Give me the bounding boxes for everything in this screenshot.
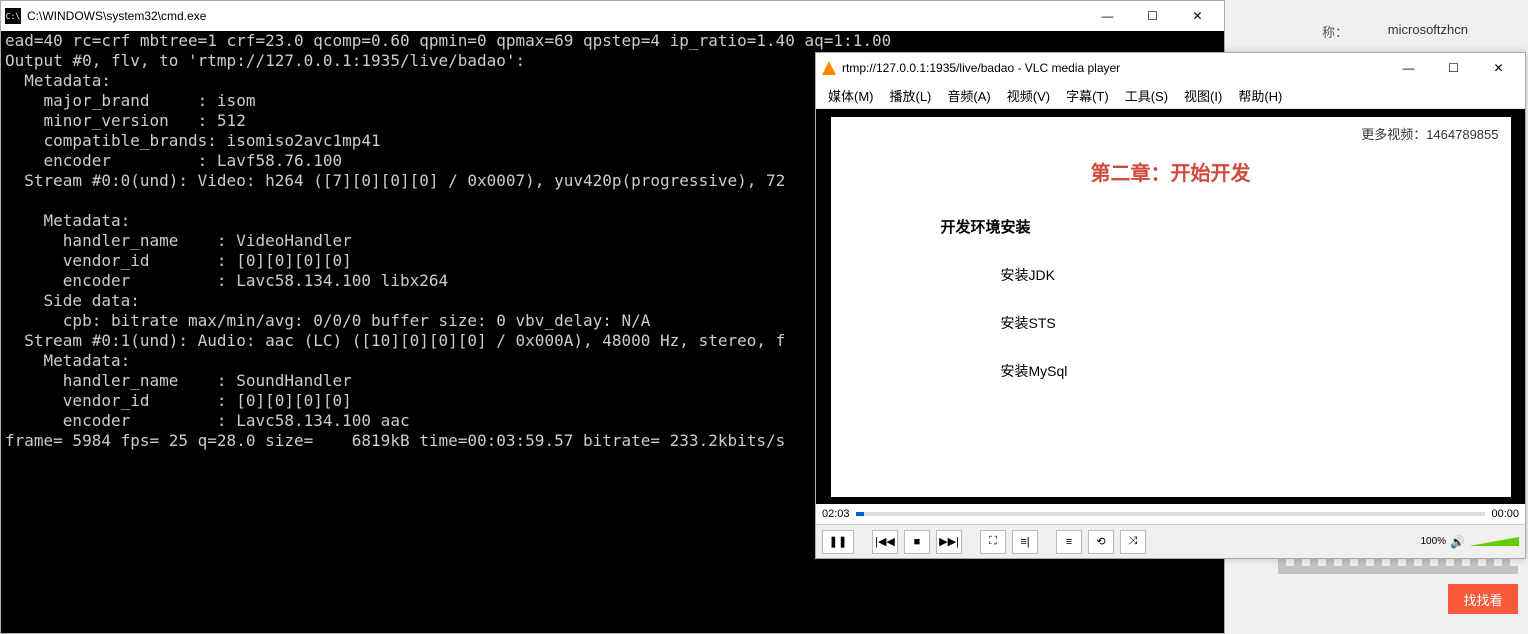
vlc-window: rtmp://127.0.0.1:1935/live/badao - VLC m… [815, 52, 1526, 559]
speaker-icon[interactable]: 🔊 [1450, 535, 1465, 549]
video-overlay-text: 更多视频：1464789855 [1357, 123, 1502, 144]
next-button[interactable]: ▶▶| [936, 530, 962, 554]
fullscreen-button[interactable]: ⛶ [980, 530, 1006, 554]
vlc-video-area[interactable]: 更多视频：1464789855 第二章：开始开发 开发环境安装 安装JDK 安装S… [816, 109, 1525, 504]
video-chapter-title: 第二章：开始开发 [831, 157, 1511, 186]
cmd-titlebar[interactable]: C:\ C:\WINDOWS\system32\cmd.exe — ☐ ✕ [1, 1, 1224, 31]
vlc-menubar: 媒体(M)播放(L)音频(A)视频(V)字幕(T)工具(S)视图(I)帮助(H) [816, 83, 1525, 109]
maximize-button[interactable]: ☐ [1130, 2, 1175, 31]
timeline-slider[interactable] [856, 512, 1486, 516]
time-total: 00:00 [1491, 508, 1519, 520]
volume-label: 100% [1420, 536, 1446, 547]
loop-button[interactable]: ⟲ [1088, 530, 1114, 554]
stop-button[interactable]: ■ [904, 530, 930, 554]
vlc-titlebar[interactable]: rtmp://127.0.0.1:1935/live/badao - VLC m… [816, 53, 1525, 83]
prev-button[interactable]: |◀◀ [872, 530, 898, 554]
cmd-icon: C:\ [5, 8, 21, 24]
find-button[interactable]: 找找看 [1448, 584, 1518, 614]
video-content: 更多视频：1464789855 第二章：开始开发 开发环境安装 安装JDK 安装S… [831, 117, 1511, 497]
menu-item[interactable]: 工具(S) [1119, 83, 1174, 108]
video-list-item: 安装MySql [1001, 361, 1511, 381]
maximize-button[interactable]: ☐ [1431, 54, 1476, 83]
close-button[interactable]: ✕ [1476, 54, 1521, 83]
vlc-cone-icon [822, 61, 836, 75]
menu-item[interactable]: 帮助(H) [1232, 83, 1288, 108]
pause-button[interactable]: ❚❚ [822, 530, 854, 554]
time-current: 02:03 [822, 508, 850, 520]
menu-item[interactable]: 播放(L) [884, 83, 938, 108]
vlc-controls: ❚❚ |◀◀ ■ ▶▶| ⛶ ≡| ≡ ⟲ ⤨ 100% 🔊 [816, 524, 1525, 558]
playlist-button[interactable]: ≡ [1056, 530, 1082, 554]
menu-item[interactable]: 音频(A) [941, 83, 996, 108]
volume-slider[interactable] [1469, 537, 1519, 546]
menu-item[interactable]: 视频(V) [1001, 83, 1056, 108]
video-list-item: 安装STS [1001, 313, 1511, 333]
bg-field-value: microsoftzhcn [1388, 22, 1468, 37]
vlc-progress-bar: 02:03 00:00 [816, 504, 1525, 524]
timeline-filled [856, 512, 864, 516]
extended-settings-button[interactable]: ≡| [1012, 530, 1038, 554]
cmd-title: C:\WINDOWS\system32\cmd.exe [27, 9, 1085, 23]
menu-item[interactable]: 视图(I) [1178, 83, 1228, 108]
menu-item[interactable]: 字幕(T) [1060, 83, 1115, 108]
bg-field-label: 称： [1322, 22, 1348, 41]
minimize-button[interactable]: — [1085, 2, 1130, 31]
menu-item[interactable]: 媒体(M) [822, 83, 880, 108]
close-button[interactable]: ✕ [1175, 2, 1220, 31]
video-list-item: 安装JDK [1001, 265, 1511, 285]
vlc-title: rtmp://127.0.0.1:1935/live/badao - VLC m… [842, 61, 1386, 75]
shuffle-button[interactable]: ⤨ [1120, 530, 1146, 554]
minimize-button[interactable]: — [1386, 54, 1431, 83]
video-section-title: 开发环境安装 [941, 216, 1511, 237]
